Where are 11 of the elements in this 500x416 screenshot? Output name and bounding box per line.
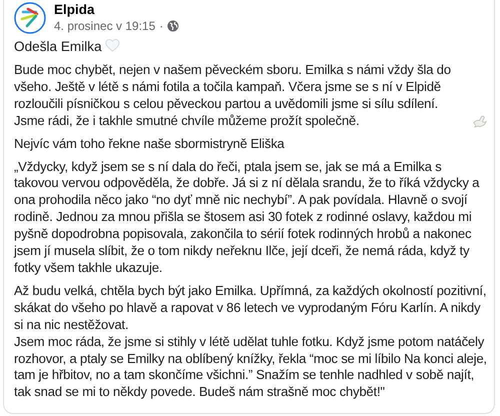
heart-icon: [104, 38, 120, 53]
post-paragraph: Až budu velká, chtěla bych být jako Emilka. Upřímná, za každých okolností pozitivní, skákat do všeho po hlavě a rapovat v 86 letech ve vyprodaným Fóru Karlín. A nikdy si na nic nestěžovat. Jsem moc ráda, že jsme si stihly v létě udělat tuhle fotku. Když jsme potom natáčely rozhovor, a ptaly se Emilky na oblíbený knížky, řekla “moc se mi líbilo Na konci aleje, tam je hřbitov, no a tam skončíme všichni.” Snažím se tenhle nadhled v sobě najít, tak snad se mi to někdy povede. Budeš nám strašně moc chybět!": [14, 282, 487, 400]
post-timestamp[interactable]: 4. prosinec v 19:15: [54, 18, 156, 34]
post-title: Odešla Emilka: [14, 39, 102, 54]
post-paragraph: Bude moc chybět, nejen v našem pěveckém sboru. Emilka s námi vždy šla do všeho. Ještě v létě s námi fotila a točila kampaň. Včera jsme se s ní v Elpidě rozloučili písničkou s celou pěveckou partou a uvědomili jsme si sílu sdílení. Jsme rádi, že i takhle smutné chvíle můžeme prožít společně.: [14, 62, 452, 130]
post-paragraph: „Vždycky, když jsem se s ní dala do řeči, ptala jsem se, jak se má a Emilka s takovou vervou odpověděla, že dobře. Já si z ní dělala srandu, že to říká vždycky a ona prohodila něco jako “no dyť mně nic nechybí”. A pak povídala. Hlavně o svojí rodině. Jednou za mnou přišla se štosem asi 30 fotek z rodinné oslavy, každou mi pyšně dopodrobna popisovala, zakončila to sérií fotek rodinných hrobů a nakonec jsem jí musela slíbit, že o tom nikdy neřeknu Ilče, její dceři, že nemá ráda, když ty fotky všem takhle ukazuje.: [14, 158, 480, 275]
logo-avatar[interactable]: [14, 2, 46, 34]
post-paragraph: Nejvíc vám toho řekne naše sbormistryně Eliška: [14, 136, 284, 151]
separator: ·: [159, 18, 164, 34]
dove-icon: [472, 114, 487, 129]
author-name[interactable]: Elpida: [54, 2, 180, 18]
